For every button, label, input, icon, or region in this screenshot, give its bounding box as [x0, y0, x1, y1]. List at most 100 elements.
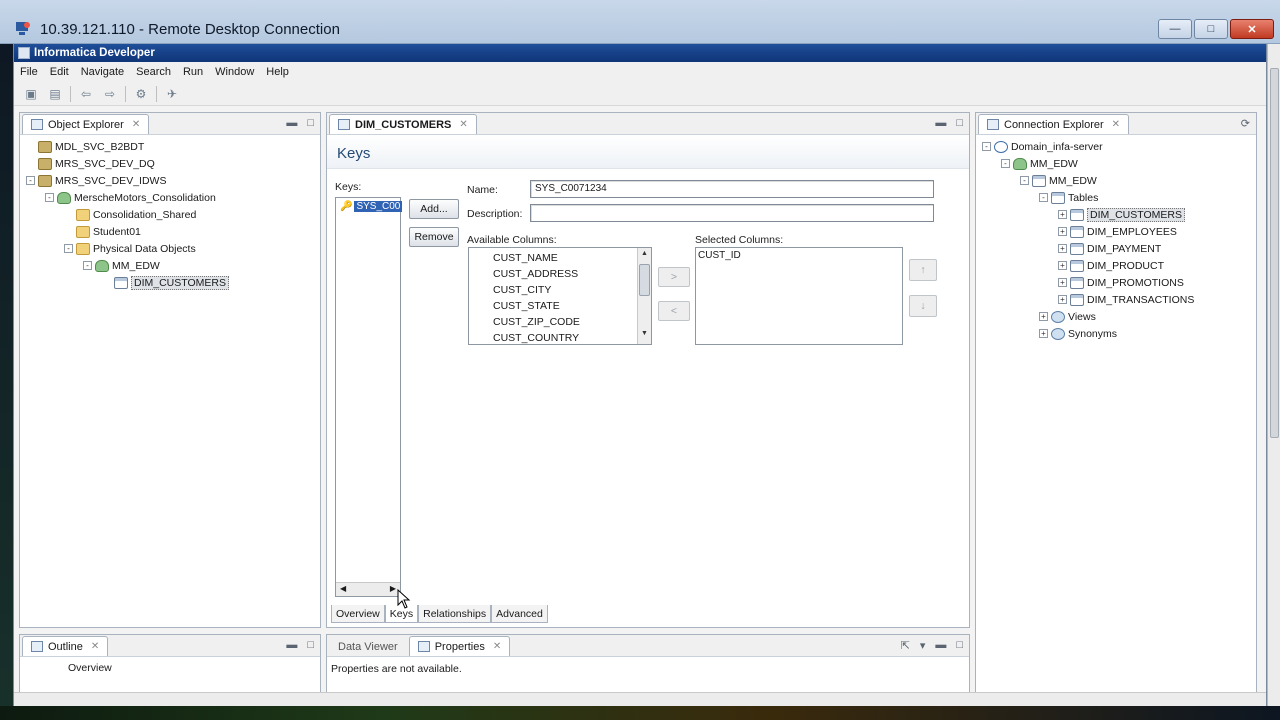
remove-button[interactable]: Remove — [409, 227, 459, 247]
expand-icon[interactable]: + — [1058, 295, 1067, 304]
object-explorer-tree-node[interactable]: - Physical Data Objects — [26, 240, 320, 257]
object-explorer-tree-node[interactable]: Student01 — [26, 223, 320, 240]
maximize-view-icon[interactable]: □ — [307, 639, 314, 651]
list-item[interactable]: 🔑 SYS_C00 — [340, 201, 403, 212]
menu-run[interactable]: Run — [183, 66, 203, 78]
connection-explorer-tree-node[interactable]: - MM_EDW — [982, 155, 1256, 172]
keys-horizontal-scrollbar[interactable]: ◀ ▶ — [336, 582, 400, 596]
collapse-icon[interactable]: - — [1020, 176, 1029, 185]
connection-explorer-tree-node[interactable]: + Synonyms — [982, 325, 1256, 342]
description-field[interactable] — [530, 204, 934, 222]
minimize-button[interactable]: — — [1158, 19, 1192, 39]
maximize-view-icon[interactable]: □ — [307, 117, 314, 129]
connect-icon[interactable]: ⚙ — [132, 86, 150, 102]
menu-navigate[interactable]: Navigate — [81, 66, 124, 78]
minimize-view-icon[interactable]: ▬ — [286, 117, 297, 129]
move-down-button[interactable]: ↓ — [909, 295, 937, 317]
object-explorer-tree-node[interactable]: - MRS_SVC_DEV_IDWS — [26, 172, 320, 189]
close-tab-icon[interactable]: ✕ — [1112, 119, 1120, 130]
list-item[interactable]: CUST_CITY — [469, 282, 651, 298]
save-icon[interactable]: ▤ — [46, 86, 64, 102]
back-icon[interactable]: ⇦ — [77, 86, 95, 102]
connection-explorer-tree-node[interactable]: + DIM_PRODUCT — [982, 257, 1256, 274]
pin-icon[interactable]: ⇱ — [901, 639, 910, 652]
expand-icon[interactable]: + — [1058, 210, 1067, 219]
list-item[interactable]: CUST_STATE — [469, 298, 651, 314]
menu-file[interactable]: File — [20, 66, 38, 78]
outline-item[interactable]: Overview — [20, 657, 320, 674]
scroll-down-icon[interactable]: ▼ — [639, 330, 650, 342]
add-button[interactable]: Add... — [409, 199, 459, 219]
rdc-vertical-scrollbar[interactable] — [1267, 44, 1280, 706]
connection-explorer-tree-node[interactable]: - MM_EDW — [982, 172, 1256, 189]
new-icon[interactable]: ▣ — [22, 86, 40, 102]
refresh-connections-icon[interactable]: ⟳ — [1241, 117, 1250, 130]
menu-help[interactable]: Help — [266, 66, 289, 78]
tab-advanced[interactable]: Advanced — [491, 605, 548, 623]
object-explorer-tree-node[interactable]: - MerscheMotors_Consolidation — [26, 189, 320, 206]
connection-explorer-tree-node[interactable]: + DIM_CUSTOMERS — [982, 206, 1256, 223]
expand-icon[interactable]: + — [1039, 312, 1048, 321]
expand-icon[interactable]: + — [1058, 227, 1067, 236]
move-left-button[interactable]: < — [658, 301, 690, 321]
run-icon[interactable]: ✈ — [163, 86, 181, 102]
object-explorer-tree-node[interactable]: - MM_EDW — [26, 257, 320, 274]
available-columns-list[interactable]: CUST_NAME CUST_ADDRESS CUST_CITY CUST_STATE… — [468, 247, 652, 345]
tab-properties[interactable]: Properties ✕ — [408, 636, 511, 656]
tab-outline[interactable]: Outline ✕ — [22, 636, 109, 656]
list-item[interactable]: CUST_ID — [698, 250, 902, 261]
connection-explorer-tree-node[interactable]: - Domain_infa-server — [982, 138, 1256, 155]
expand-icon[interactable]: + — [1058, 278, 1067, 287]
collapse-icon[interactable]: - — [83, 261, 92, 270]
scroll-up-icon[interactable]: ▲ — [639, 250, 650, 262]
list-item[interactable]: CUST_COUNTRY — [469, 330, 651, 344]
maximize-view-icon[interactable]: □ — [956, 117, 963, 129]
collapse-icon[interactable]: - — [64, 244, 73, 253]
object-explorer-tree-node[interactable]: DIM_CUSTOMERS — [26, 274, 320, 291]
list-item[interactable]: CUST_ADDRESS — [469, 266, 651, 282]
menu-search[interactable]: Search — [136, 66, 171, 78]
expand-icon[interactable]: + — [1058, 244, 1067, 253]
connection-explorer-tree-node[interactable]: + DIM_EMPLOYEES — [982, 223, 1256, 240]
collapse-icon[interactable]: - — [982, 142, 991, 151]
close-tab-icon[interactable]: ✕ — [459, 119, 467, 130]
object-explorer-tree-node[interactable]: Consolidation_Shared — [26, 206, 320, 223]
app-horizontal-scrollbar[interactable] — [14, 692, 1266, 706]
menu-edit[interactable]: Edit — [50, 66, 69, 78]
connection-explorer-tree-node[interactable]: + DIM_PAYMENT — [982, 240, 1256, 257]
tab-dim-customers[interactable]: DIM_CUSTOMERS ✕ — [329, 114, 477, 134]
menu-window[interactable]: Window — [215, 66, 254, 78]
maximize-view-icon[interactable]: □ — [956, 639, 963, 652]
list-item[interactable]: CUST_NAME — [469, 250, 651, 266]
object-explorer-tree-node[interactable]: MRS_SVC_DEV_DQ — [26, 155, 320, 172]
move-up-button[interactable]: ↑ — [909, 259, 937, 281]
close-button[interactable]: ✕ — [1230, 19, 1274, 39]
collapse-icon[interactable]: - — [45, 193, 54, 202]
minimize-view-icon[interactable]: ▬ — [935, 639, 946, 652]
expand-icon[interactable]: + — [1039, 329, 1048, 338]
connection-explorer-tree-node[interactable]: + Views — [982, 308, 1256, 325]
expand-icon[interactable]: + — [1058, 261, 1067, 270]
tab-connection-explorer[interactable]: Connection Explorer ✕ — [978, 114, 1130, 134]
minimize-view-icon[interactable]: ▬ — [935, 117, 946, 129]
forward-icon[interactable]: ⇨ — [101, 86, 119, 102]
tab-overview[interactable]: Overview — [331, 605, 385, 623]
tab-relationships[interactable]: Relationships — [418, 605, 492, 623]
collapse-icon[interactable]: - — [1001, 159, 1010, 168]
keys-list[interactable]: 🔑 SYS_C00 ◀ ▶ — [335, 197, 403, 597]
available-columns-scrollbar[interactable]: ▲ ▼ — [637, 248, 651, 344]
minimize-view-icon[interactable]: ▬ — [286, 639, 297, 651]
collapse-icon[interactable]: - — [1039, 193, 1048, 202]
scroll-right-icon[interactable]: ▶ — [390, 584, 396, 593]
collapse-icon[interactable]: - — [26, 176, 35, 185]
name-field[interactable]: SYS_C0071234 — [530, 180, 934, 198]
close-tab-icon[interactable]: ✕ — [493, 641, 501, 652]
tab-object-explorer[interactable]: Object Explorer ✕ — [22, 114, 150, 134]
connection-explorer-tree-node[interactable]: - Tables — [982, 189, 1256, 206]
object-explorer-tree-node[interactable]: MDL_SVC_B2BDT — [26, 138, 320, 155]
move-right-button[interactable]: > — [658, 267, 690, 287]
restore-button[interactable]: □ — [1194, 19, 1228, 39]
connection-explorer-tree-node[interactable]: + DIM_PROMOTIONS — [982, 274, 1256, 291]
list-item[interactable]: CUST_ZIP_CODE — [469, 314, 651, 330]
close-tab-icon[interactable]: ✕ — [91, 641, 99, 652]
